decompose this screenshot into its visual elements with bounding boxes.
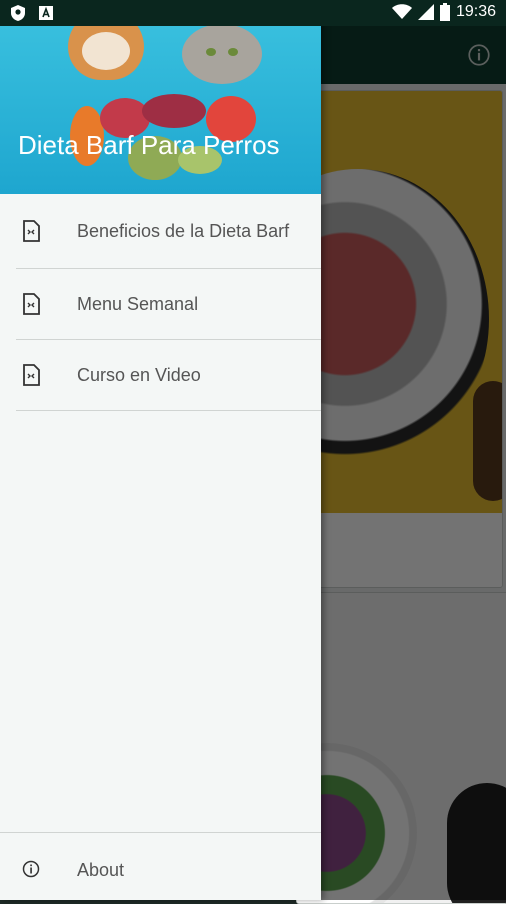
a-box-icon (39, 6, 53, 20)
menu-item-menu-semanal[interactable]: Menu Semanal (0, 269, 321, 339)
about-label: About (77, 860, 125, 880)
document-icon (23, 293, 40, 315)
battery-icon (439, 3, 450, 21)
menu-item-label: Menu Semanal (77, 294, 199, 314)
navigation-drawer: Dieta Barf Para Perros Beneficios de la … (0, 0, 321, 900)
divider (16, 410, 321, 411)
drawer-title: Dieta Barf Para Perros (18, 130, 280, 160)
drawer-menu: Beneficios de la Dieta Barf Menu Semanal… (0, 194, 321, 411)
document-icon (23, 364, 40, 386)
shield-icon (11, 5, 25, 21)
cat-image (182, 24, 262, 84)
document-icon (23, 220, 40, 242)
menu-item-beneficios[interactable]: Beneficios de la Dieta Barf (0, 194, 321, 268)
menu-item-about[interactable]: About (0, 840, 321, 900)
info-icon (22, 860, 40, 878)
menu-item-curso-en-video[interactable]: Curso en Video (0, 340, 321, 410)
status-bar: 19:36 (0, 0, 506, 26)
status-time: 19:36 (455, 3, 496, 20)
drawer-header: Dieta Barf Para Perros (0, 0, 321, 194)
menu-item-label: Beneficios de la Dieta Barf (77, 221, 290, 241)
signal-icon (417, 4, 434, 20)
wifi-icon (391, 4, 412, 19)
divider (0, 832, 321, 833)
menu-item-label: Curso en Video (77, 365, 201, 385)
